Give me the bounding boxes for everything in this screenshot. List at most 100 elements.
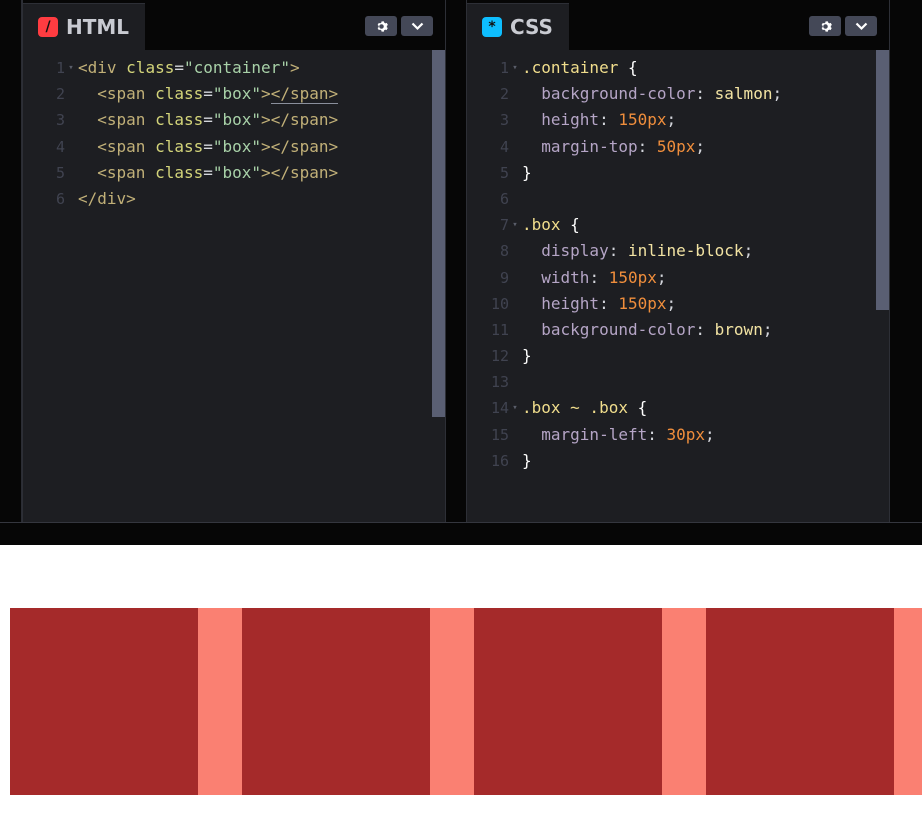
- code-text: display: inline-block;: [521, 238, 753, 264]
- html-pane-header: / HTML: [23, 0, 445, 50]
- html-editor-pane: / HTML 1 ▾ <div class="container"> 2 <span …: [22, 0, 446, 522]
- css-code-editor[interactable]: 1 ▾ .container {2 background-color: salmon…: [467, 55, 876, 474]
- code-token: background-color: [541, 319, 696, 339]
- code-token: :: [695, 84, 715, 104]
- code-token: </div>: [78, 188, 136, 208]
- code-token: 150px: [618, 110, 667, 130]
- code-line: 3 height: 150px;: [467, 107, 876, 133]
- code-token: =: [174, 58, 184, 77]
- line-number: 4: [55, 137, 65, 156]
- code-token: :: [599, 110, 619, 130]
- code-token: margin-left: [541, 424, 648, 444]
- code-token: }: [522, 162, 532, 182]
- code-token: ;: [772, 84, 783, 104]
- html-collapse-button[interactable]: [401, 16, 433, 36]
- code-token: {: [627, 398, 648, 418]
- code-line: 6 </div>: [23, 186, 432, 212]
- code-text: }: [521, 343, 532, 369]
- html-tab-label: HTML: [66, 15, 130, 39]
- html-scrollbar[interactable]: [432, 50, 445, 417]
- editor-area: / HTML 1 ▾ <div class="container"> 2 <span …: [0, 0, 922, 545]
- css-collapse-button[interactable]: [845, 16, 877, 36]
- code-line: 9 width: 150px;: [467, 265, 876, 291]
- html-tab[interactable]: / HTML: [23, 3, 146, 50]
- code-token: inline-block: [627, 241, 744, 261]
- code-token: :: [637, 136, 657, 156]
- code-text: background-color: brown;: [521, 317, 772, 343]
- preview-box: [242, 608, 430, 795]
- code-text: }: [521, 448, 532, 474]
- code-line: 1 ▾ .container {: [467, 55, 876, 81]
- code-line: 16}: [467, 448, 876, 474]
- code-token: <span: [97, 84, 156, 104]
- line-number: 1: [55, 59, 65, 77]
- code-text: height: 150px;: [521, 291, 676, 317]
- code-text: .container {: [521, 55, 638, 81]
- code-token: </span>: [270, 162, 339, 182]
- code-token: >: [261, 136, 271, 156]
- fold-arrow-icon[interactable]: ▾: [65, 55, 77, 81]
- line-number: 6: [499, 189, 509, 208]
- code-token: "box": [212, 84, 262, 104]
- css-editor-pane: * CSS 1 ▾ .container {2 background-color: …: [466, 0, 890, 522]
- line-number: 5: [499, 163, 509, 182]
- code-token: ;: [695, 136, 706, 156]
- result-preview: [0, 545, 922, 815]
- code-line: 1 ▾ <div class="container">: [23, 55, 432, 81]
- css-settings-button[interactable]: [809, 16, 841, 36]
- code-text: width: 150px;: [521, 265, 666, 291]
- html-code-editor[interactable]: 1 ▾ <div class="container"> 2 <span class="…: [23, 55, 432, 212]
- line-number: 7: [499, 216, 509, 235]
- code-text: </div>: [77, 186, 136, 212]
- code-token: brown: [714, 319, 763, 339]
- code-token: height: [541, 110, 600, 130]
- code-token: :: [695, 319, 715, 339]
- code-token: <div: [78, 58, 127, 77]
- code-token: <span: [97, 110, 156, 130]
- code-line: 5 <span class="box"></span>: [23, 160, 432, 186]
- code-line: 6: [467, 186, 876, 212]
- line-number: 16: [490, 451, 509, 470]
- line-number: 15: [490, 425, 509, 444]
- fold-arrow-icon[interactable]: ▾: [509, 55, 521, 81]
- html-settings-button[interactable]: [365, 16, 397, 36]
- code-token: class: [155, 136, 204, 156]
- code-token: {: [618, 58, 638, 77]
- gear-icon: [821, 20, 832, 32]
- fold-arrow-icon[interactable]: ▾: [509, 212, 521, 238]
- code-token: >: [261, 110, 271, 130]
- code-text: .box ~ .box {: [521, 395, 647, 421]
- fold-arrow-icon[interactable]: ▾: [509, 395, 521, 421]
- code-token: ;: [743, 241, 754, 261]
- code-text: height: 150px;: [521, 107, 676, 133]
- code-token: "box": [212, 136, 262, 156]
- code-token: </span>: [270, 110, 339, 130]
- code-token: salmon: [714, 84, 773, 104]
- code-line: 8 display: inline-block;: [467, 238, 876, 264]
- code-line: 15 margin-left: 30px;: [467, 422, 876, 448]
- code-text: <span class="box"></span>: [77, 160, 338, 186]
- line-number: 3: [499, 111, 509, 130]
- code-text: .box {: [521, 212, 580, 238]
- code-token: width: [541, 267, 590, 287]
- code-line: 14 ▾ .box ~ .box {: [467, 395, 876, 421]
- code-line: 10 height: 150px;: [467, 291, 876, 317]
- css-tab[interactable]: * CSS: [467, 3, 569, 50]
- chevron-down-icon: [411, 22, 423, 30]
- code-text: background-color: salmon;: [521, 81, 782, 107]
- code-token: ;: [666, 110, 677, 130]
- css-asterisk-icon: *: [482, 17, 502, 37]
- editor-divider: [0, 522, 922, 523]
- css-scrollbar[interactable]: [876, 50, 889, 310]
